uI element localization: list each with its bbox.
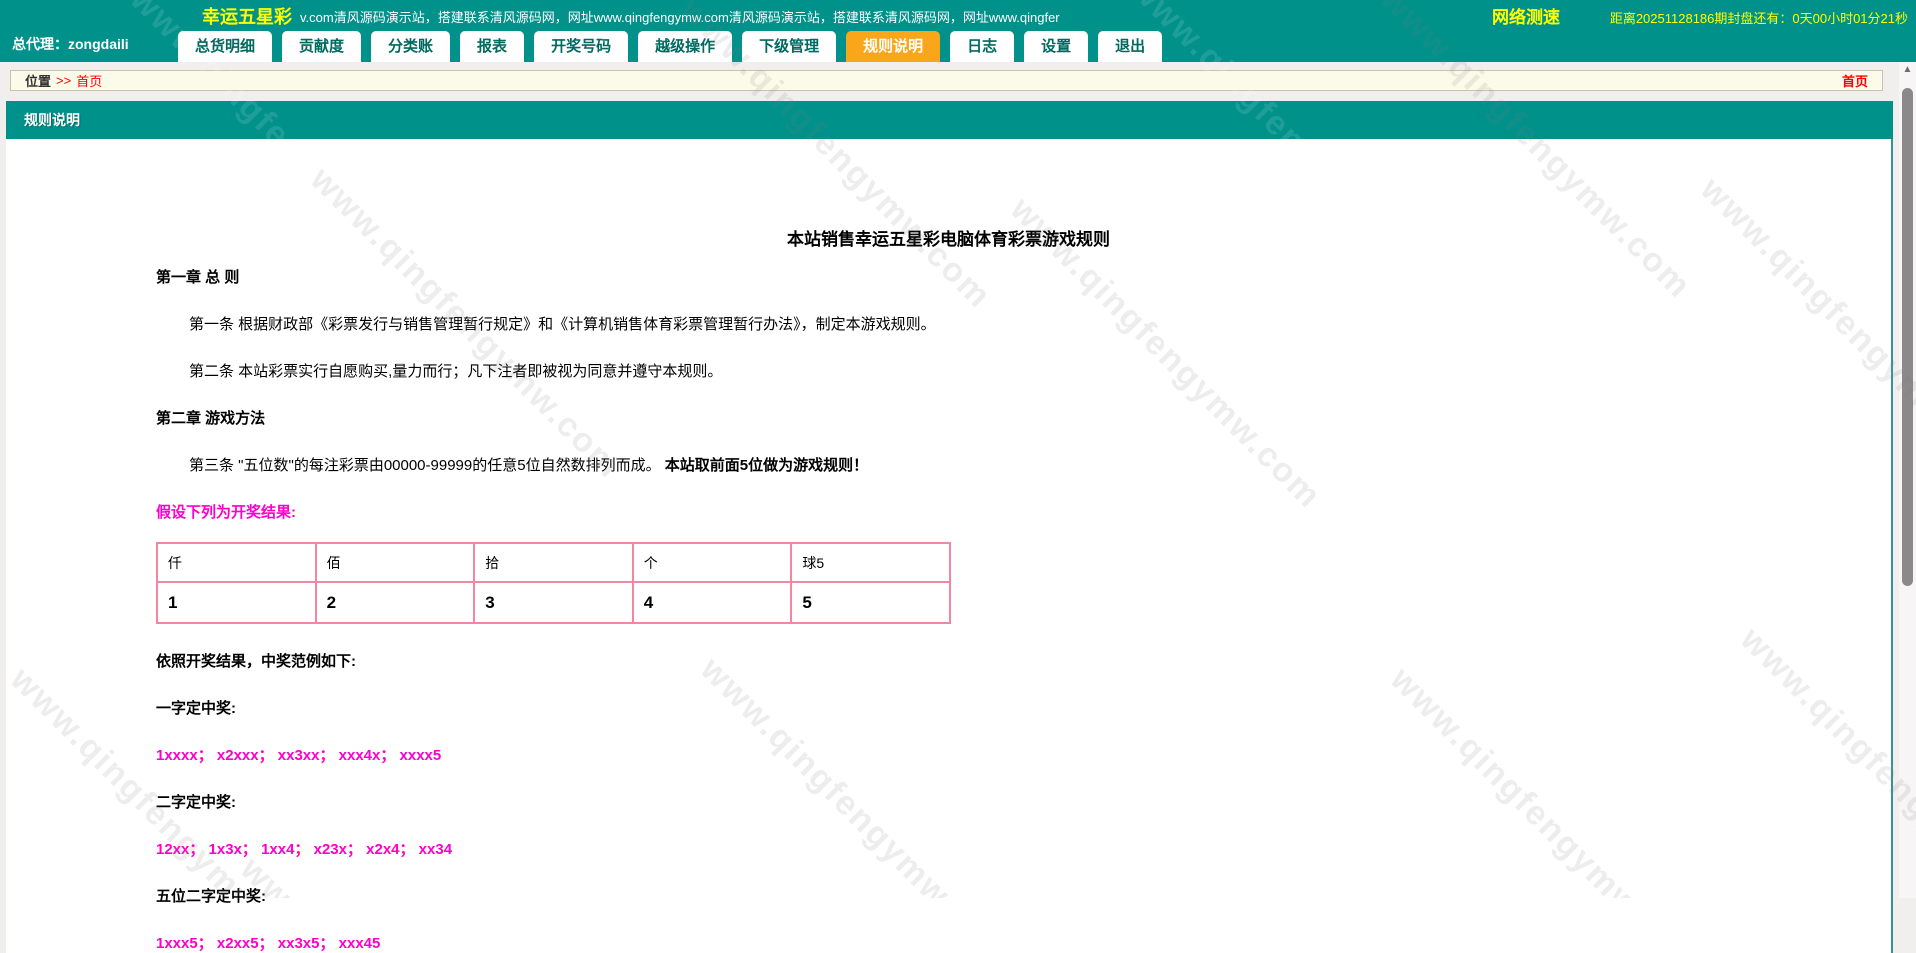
page-area: 位置 >> 首页 首页 规则说明 本站销售幸运五星彩电脑体育彩票游戏规则 第一章… bbox=[0, 62, 1899, 898]
tab-settings[interactable]: 设置 bbox=[1024, 31, 1088, 62]
tab-report[interactable]: 报表 bbox=[460, 31, 524, 62]
header-cell: 拾 bbox=[474, 543, 633, 582]
network-speed-test-link[interactable]: 网络测速 bbox=[1492, 3, 1560, 28]
tab-logs[interactable]: 日志 bbox=[950, 31, 1014, 62]
breadcrumb-separator: >> bbox=[56, 73, 71, 88]
article-3: 第三条 "五位数"的每注彩票由00000-99999的任意5位自然数排列而成。 … bbox=[156, 454, 1741, 475]
vertical-scrollbar[interactable]: ▲ bbox=[1899, 62, 1916, 898]
win-type-example: 1xxx5； x2xx5； xx3x5； xxx45 bbox=[156, 932, 1741, 953]
draw-countdown: 距离20251128186期封盘还有：0天00小时01分21秒 bbox=[1610, 8, 1908, 27]
table-header-row: 仟 佰 拾 个 球5 bbox=[157, 543, 950, 582]
win-type-heading: 五位二字定中奖: bbox=[156, 885, 1741, 906]
tab-contribution[interactable]: 贡献度 bbox=[282, 31, 361, 62]
breadcrumb: 位置 >> 首页 首页 bbox=[10, 70, 1883, 91]
article-1: 第一条 根据财政部《彩票发行与销售管理暂行规定》和《计算机销售体育彩票管理暂行办… bbox=[156, 313, 1741, 334]
tab-logout[interactable]: 退出 bbox=[1098, 31, 1162, 62]
range-heading: 依照开奖结果，中奖范例如下: bbox=[156, 650, 1741, 671]
nav-tabs: 总货明细 贡献度 分类账 报表 开奖号码 越级操作 下级管理 规则说明 日志 设… bbox=[178, 31, 1162, 62]
win-type-example: 1xxxx； x2xxx； xx3xx； xxx4x； xxxx5 bbox=[156, 744, 1741, 765]
value-cell: 3 bbox=[474, 582, 633, 623]
announcement-marquee: v.com清风源码演示站，搭建联系清风源码网，网址www.qingfengymw… bbox=[300, 7, 1190, 26]
breadcrumb-current-link[interactable]: 首页 bbox=[76, 71, 102, 90]
chapter2-heading: 第二章 游戏方法 bbox=[156, 407, 1741, 428]
win-type-example: 12xx； 1x3x； 1xx4； x23x； x2x4； xx34 bbox=[156, 838, 1741, 859]
home-link[interactable]: 首页 bbox=[1842, 71, 1868, 90]
tab-draw-numbers[interactable]: 开奖号码 bbox=[534, 31, 628, 62]
article-3-text: 第三条 "五位数"的每注彩票由00000-99999的任意5位自然数排列而成。 bbox=[189, 457, 665, 474]
panel-body: 本站销售幸运五星彩电脑体育彩票游戏规则 第一章 总 则 第一条 根据财政部《彩票… bbox=[6, 139, 1893, 953]
example-heading: 假设下列为开奖结果: bbox=[156, 501, 1741, 522]
tab-rules[interactable]: 规则说明 bbox=[846, 31, 940, 62]
draw-result-table: 仟 佰 拾 个 球5 1 2 3 4 5 bbox=[156, 542, 951, 624]
agent-label: 总代理：zongdaili bbox=[12, 34, 129, 54]
scrollbar-thumb[interactable] bbox=[1902, 88, 1913, 586]
article-2: 第二条 本站彩票实行自愿购买,量力而行；凡下注者即被视为同意并遵守本规则。 bbox=[156, 360, 1741, 381]
header-bar: www.qingfengymw.com www.qingfengymw.com … bbox=[0, 0, 1916, 62]
header-cell: 个 bbox=[633, 543, 792, 582]
rules-panel: 规则说明 本站销售幸运五星彩电脑体育彩票游戏规则 第一章 总 则 第一条 根据财… bbox=[6, 101, 1893, 953]
breadcrumb-label: 位置 bbox=[25, 71, 51, 90]
article-3-emphasis: 本站取前面5位做为游戏规则！ bbox=[665, 457, 868, 474]
value-cell: 4 bbox=[633, 582, 792, 623]
value-cell: 5 bbox=[791, 582, 950, 623]
table-value-row: 1 2 3 4 5 bbox=[157, 582, 950, 623]
scroll-up-icon[interactable]: ▲ bbox=[1899, 64, 1916, 75]
header-cell: 仟 bbox=[157, 543, 316, 582]
tab-total-detail[interactable]: 总货明细 bbox=[178, 31, 272, 62]
win-type-heading: 一字定中奖: bbox=[156, 697, 1741, 718]
tab-ledger[interactable]: 分类账 bbox=[371, 31, 450, 62]
tab-subordinates[interactable]: 下级管理 bbox=[742, 31, 836, 62]
value-cell: 2 bbox=[316, 582, 475, 623]
header-cell: 球5 bbox=[791, 543, 950, 582]
value-cell: 1 bbox=[157, 582, 316, 623]
win-type-heading: 二字定中奖: bbox=[156, 791, 1741, 812]
site-title: 幸运五星彩 bbox=[202, 3, 292, 29]
tab-cross-level[interactable]: 越级操作 bbox=[638, 31, 732, 62]
header-cell: 佰 bbox=[316, 543, 475, 582]
rules-content: 本站销售幸运五星彩电脑体育彩票游戏规则 第一章 总 则 第一条 根据财政部《彩票… bbox=[6, 139, 1891, 953]
